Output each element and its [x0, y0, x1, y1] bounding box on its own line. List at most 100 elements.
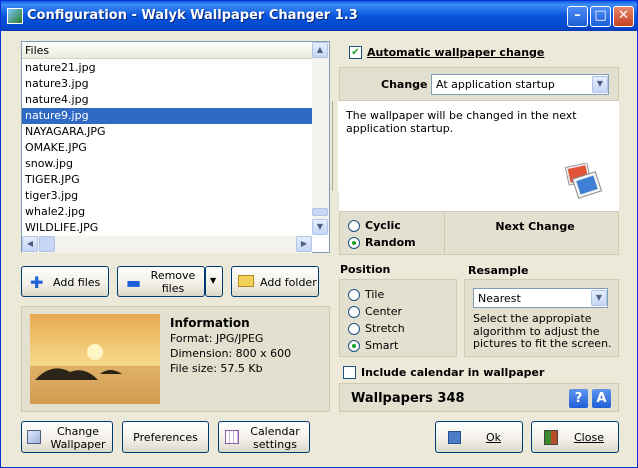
- file-list-item[interactable]: whale2.jpg: [22, 204, 312, 220]
- help-icon: ?: [574, 391, 583, 406]
- chevron-down-icon: ▼: [210, 276, 217, 285]
- next-change-label: Next Change: [495, 220, 575, 233]
- info-dimension: Dimension: 800 x 600: [170, 347, 292, 360]
- minimize-icon: –: [574, 8, 581, 23]
- file-list[interactable]: Files nature21.jpg nature3.jpg nature4.jpg…: [21, 41, 330, 253]
- add-files-button[interactable]: ✚ Add files: [21, 266, 109, 297]
- change-wallpaper-label: Change Wallpaper: [50, 425, 106, 451]
- wallpapers-count: Wallpapers 348: [351, 391, 465, 406]
- position-radio-smart[interactable]: [348, 340, 360, 352]
- cyclic-radio[interactable]: [348, 220, 360, 232]
- chevron-down-icon: ▼: [596, 79, 604, 88]
- file-list-item[interactable]: tiger3.jpg: [22, 188, 312, 204]
- change-row: Change At application startup ▼: [339, 67, 619, 101]
- info-format: Format: JPG/JPEG: [170, 332, 264, 345]
- change-wallpaper-button[interactable]: Change Wallpaper: [21, 421, 113, 453]
- position-label-smart[interactable]: Smart: [365, 339, 398, 352]
- configuration-window: Configuration - Walyk Wallpaper Changer …: [0, 0, 638, 468]
- position-label-center[interactable]: Center: [365, 305, 402, 318]
- order-panel: Cyclic Random Next Change: [339, 211, 619, 255]
- checkmark-icon: ✔: [351, 47, 360, 58]
- position-group: Tile Center Stretch Smart: [339, 279, 457, 357]
- cyclic-label[interactable]: Cyclic: [365, 219, 401, 232]
- exit-icon: [544, 430, 558, 445]
- file-list-item[interactable]: OMAKE.JPG: [22, 140, 312, 156]
- chevron-down-icon: ▼: [316, 222, 324, 231]
- close-window-button[interactable]: ✕: [613, 6, 634, 27]
- file-list-item[interactable]: snow.jpg: [22, 156, 312, 172]
- ok-button[interactable]: Ok: [435, 421, 523, 453]
- title-bar[interactable]: Configuration - Walyk Wallpaper Changer …: [1, 1, 637, 31]
- resample-select-arrow[interactable]: ▼: [591, 290, 607, 306]
- help-button[interactable]: ?: [569, 389, 588, 408]
- position-label-stretch[interactable]: Stretch: [365, 322, 405, 335]
- folder-icon: [238, 275, 254, 287]
- position-radio-tile[interactable]: [348, 289, 360, 301]
- position-radio-center[interactable]: [348, 306, 360, 318]
- file-list-vscrollbar[interactable]: ▲ ▼: [312, 42, 329, 235]
- calendar-checkbox[interactable]: [343, 366, 356, 379]
- position-label-tile[interactable]: Tile: [365, 288, 384, 301]
- calendar-icon: [225, 430, 239, 444]
- window-title: Configuration - Walyk Wallpaper Changer …: [27, 8, 358, 23]
- next-change-button[interactable]: Next Change: [444, 212, 620, 254]
- splitter-handle[interactable]: [332, 101, 339, 191]
- calendar-label[interactable]: Include calendar in wallpaper: [361, 366, 544, 379]
- add-folder-button[interactable]: Add folder: [231, 266, 319, 297]
- remove-files-label: Remove files: [150, 269, 196, 295]
- change-description-panel: The wallpaper will be changed in the nex…: [339, 101, 619, 211]
- change-wallpaper-icon: [27, 430, 41, 444]
- auto-change-checkbox[interactable]: ✔: [349, 46, 362, 59]
- resample-select[interactable]: Nearest ▼: [473, 288, 608, 308]
- preferences-button[interactable]: Preferences: [122, 421, 209, 453]
- close-icon: ✕: [618, 8, 629, 23]
- close-label: Close: [574, 431, 604, 444]
- random-radio[interactable]: [348, 237, 360, 249]
- minus-icon: ▬: [126, 273, 142, 292]
- file-list-item[interactable]: nature3.jpg: [22, 76, 312, 92]
- info-file-size: File size: 57.5 Kb: [170, 362, 263, 375]
- change-select-arrow[interactable]: ▼: [592, 76, 608, 93]
- app-icon: [7, 8, 23, 24]
- calendar-settings-button[interactable]: Calendar settings: [218, 421, 310, 453]
- scroll-left-button[interactable]: ◀: [22, 236, 38, 252]
- change-label: Change: [381, 78, 428, 91]
- chevron-down-icon: ▼: [595, 293, 603, 302]
- random-label[interactable]: Random: [365, 236, 416, 249]
- resample-group: Nearest ▼ Select the appropiate algorith…: [464, 279, 619, 357]
- file-list-item[interactable]: nature21.jpg: [22, 60, 312, 76]
- scroll-right-button[interactable]: ▶: [296, 236, 312, 252]
- scroll-up-button[interactable]: ▲: [312, 42, 328, 58]
- about-button[interactable]: A: [592, 389, 611, 408]
- hscroll-thumb[interactable]: [39, 236, 55, 252]
- remove-files-button[interactable]: ▬ Remove files: [117, 266, 205, 297]
- file-list-item[interactable]: nature4.jpg: [22, 92, 312, 108]
- minimize-button[interactable]: –: [567, 6, 588, 27]
- file-list-item[interactable]: nature9.jpg: [22, 108, 312, 124]
- file-list-item[interactable]: NAYAGARA.JPG: [22, 124, 312, 140]
- preferences-label: Preferences: [133, 431, 198, 444]
- chevron-left-icon: ◀: [26, 239, 34, 248]
- calendar-settings-label: Calendar settings: [250, 425, 300, 451]
- scroll-down-button[interactable]: ▼: [312, 219, 328, 235]
- close-button[interactable]: Close: [531, 421, 619, 453]
- wallpaper-images-icon: [563, 162, 603, 199]
- about-icon: A: [596, 391, 607, 406]
- auto-change-label[interactable]: Automatic wallpaper change: [367, 46, 544, 59]
- remove-files-dropdown[interactable]: ▼: [205, 266, 223, 297]
- change-select-value: At application startup: [436, 78, 555, 91]
- plus-icon: ✚: [30, 273, 44, 292]
- file-list-item[interactable]: WILDLIFE.JPG: [22, 220, 312, 236]
- ok-label: Ok: [486, 431, 502, 444]
- position-heading: Position: [340, 263, 391, 276]
- change-select[interactable]: At application startup ▼: [431, 74, 609, 95]
- file-list-header[interactable]: Files: [22, 42, 312, 59]
- file-list-item[interactable]: TIGER.JPG: [22, 172, 312, 188]
- scroll-thumb[interactable]: [312, 208, 328, 216]
- add-files-label: Add files: [53, 276, 101, 289]
- chevron-right-icon: ▶: [300, 239, 308, 248]
- position-radio-stretch[interactable]: [348, 323, 360, 335]
- maximize-icon: □: [594, 8, 607, 23]
- maximize-button[interactable]: □: [590, 6, 611, 27]
- file-list-hscrollbar[interactable]: ◀ ▶: [22, 236, 312, 253]
